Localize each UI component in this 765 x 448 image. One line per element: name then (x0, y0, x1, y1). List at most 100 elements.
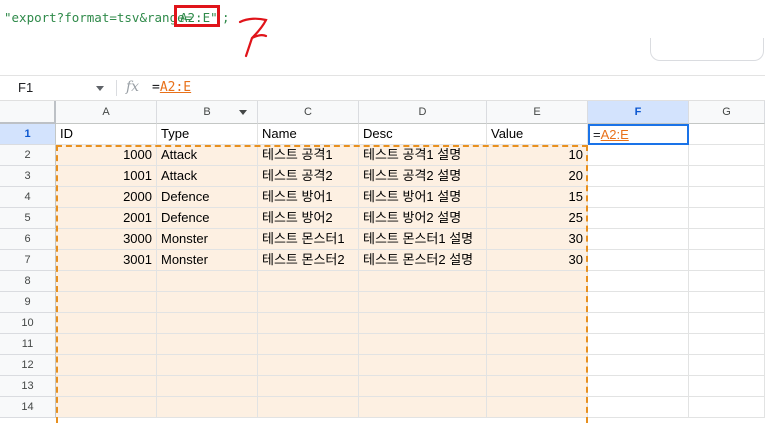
cell-value[interactable]: 15 (487, 187, 588, 208)
empty-cell[interactable] (487, 376, 588, 397)
empty-cell[interactable] (689, 397, 765, 418)
row-header-2[interactable]: 2 (0, 145, 56, 166)
cell-id[interactable]: 2001 (56, 208, 157, 229)
empty-cell[interactable] (487, 292, 588, 313)
cell-a1[interactable]: ID (56, 124, 157, 145)
empty-cell[interactable] (56, 313, 157, 334)
empty-cell[interactable] (258, 376, 359, 397)
cell-e1[interactable]: Value (487, 124, 588, 145)
empty-cell[interactable] (258, 292, 359, 313)
cell-name[interactable]: 테스트 방어1 (258, 187, 359, 208)
empty-cell[interactable] (487, 313, 588, 334)
filter-icon[interactable] (239, 110, 247, 115)
select-all-corner[interactable] (0, 101, 56, 124)
cell-value[interactable]: 10 (487, 145, 588, 166)
row-header-1[interactable]: 1 (0, 124, 56, 145)
cell-id[interactable]: 2000 (56, 187, 157, 208)
empty-cell[interactable] (588, 187, 689, 208)
empty-cell[interactable] (487, 397, 588, 418)
empty-cell[interactable] (588, 376, 689, 397)
row-header-13[interactable]: 13 (0, 376, 56, 397)
empty-cell[interactable] (689, 145, 765, 166)
name-box[interactable]: F1 (0, 76, 112, 100)
empty-cell[interactable] (359, 292, 487, 313)
column-header-d[interactable]: D (359, 101, 487, 124)
cell-d1[interactable]: Desc (359, 124, 487, 145)
cell-type[interactable]: Monster (157, 250, 258, 271)
cell-value[interactable]: 25 (487, 208, 588, 229)
empty-cell[interactable] (157, 376, 258, 397)
empty-cell[interactable] (588, 397, 689, 418)
row-header-4[interactable]: 4 (0, 187, 56, 208)
empty-cell[interactable] (157, 313, 258, 334)
column-header-b[interactable]: B (157, 101, 258, 124)
empty-cell[interactable] (258, 313, 359, 334)
empty-cell[interactable] (588, 292, 689, 313)
cell-name[interactable]: 테스트 방어2 (258, 208, 359, 229)
empty-cell[interactable] (689, 313, 765, 334)
cell-name[interactable]: 테스트 공격1 (258, 145, 359, 166)
empty-cell[interactable] (258, 334, 359, 355)
empty-cell[interactable] (689, 355, 765, 376)
column-header-f[interactable]: F (588, 101, 689, 124)
cell-id[interactable]: 1001 (56, 166, 157, 187)
cell-desc[interactable]: 테스트 공격2 설명 (359, 166, 487, 187)
empty-cell[interactable] (359, 313, 487, 334)
row-header-12[interactable]: 12 (0, 355, 56, 376)
empty-cell[interactable] (487, 355, 588, 376)
empty-cell[interactable] (258, 397, 359, 418)
empty-cell[interactable] (689, 376, 765, 397)
empty-cell[interactable] (56, 355, 157, 376)
cell-c1[interactable]: Name (258, 124, 359, 145)
row-header-8[interactable]: 8 (0, 271, 56, 292)
empty-cell[interactable] (588, 250, 689, 271)
empty-cell[interactable] (588, 145, 689, 166)
empty-cell[interactable] (157, 271, 258, 292)
cell-type[interactable]: Defence (157, 187, 258, 208)
cell-type[interactable]: Attack (157, 145, 258, 166)
cell-name[interactable]: 테스트 몬스터1 (258, 229, 359, 250)
cell-value[interactable]: 20 (487, 166, 588, 187)
cell-desc[interactable]: 테스트 몬스터2 설명 (359, 250, 487, 271)
empty-cell[interactable] (689, 166, 765, 187)
formula-input[interactable]: =A2:E (152, 80, 191, 95)
empty-cell[interactable] (157, 397, 258, 418)
empty-cell[interactable] (359, 355, 487, 376)
column-header-c[interactable]: C (258, 101, 359, 124)
cell-name[interactable]: 테스트 몬스터2 (258, 250, 359, 271)
empty-cell[interactable] (588, 355, 689, 376)
empty-cell[interactable] (56, 334, 157, 355)
empty-cell[interactable] (56, 397, 157, 418)
empty-cell[interactable] (588, 229, 689, 250)
empty-cell[interactable] (56, 292, 157, 313)
empty-cell[interactable] (157, 355, 258, 376)
cell-type[interactable]: Monster (157, 229, 258, 250)
empty-cell[interactable] (359, 397, 487, 418)
empty-cell[interactable] (359, 376, 487, 397)
empty-cell[interactable] (689, 187, 765, 208)
cell-value[interactable]: 30 (487, 250, 588, 271)
cell-desc[interactable]: 테스트 방어2 설명 (359, 208, 487, 229)
empty-cell[interactable] (258, 271, 359, 292)
cell-b1[interactable]: Type (157, 124, 258, 145)
column-header-a[interactable]: A (56, 101, 157, 124)
cell-f1-selected[interactable]: =A2:E (588, 124, 689, 145)
row-header-3[interactable]: 3 (0, 166, 56, 187)
row-header-10[interactable]: 10 (0, 313, 56, 334)
empty-cell[interactable] (588, 208, 689, 229)
cell-desc[interactable]: 테스트 방어1 설명 (359, 187, 487, 208)
row-header-5[interactable]: 5 (0, 208, 56, 229)
cell-g1[interactable] (689, 124, 765, 145)
cell-desc[interactable]: 테스트 공격1 설명 (359, 145, 487, 166)
empty-cell[interactable] (588, 313, 689, 334)
cell-desc[interactable]: 테스트 몬스터1 설명 (359, 229, 487, 250)
empty-cell[interactable] (588, 166, 689, 187)
empty-cell[interactable] (689, 208, 765, 229)
empty-cell[interactable] (487, 334, 588, 355)
empty-cell[interactable] (359, 271, 487, 292)
empty-cell[interactable] (56, 376, 157, 397)
row-header-11[interactable]: 11 (0, 334, 56, 355)
row-header-7[interactable]: 7 (0, 250, 56, 271)
empty-cell[interactable] (359, 334, 487, 355)
cell-id[interactable]: 3000 (56, 229, 157, 250)
